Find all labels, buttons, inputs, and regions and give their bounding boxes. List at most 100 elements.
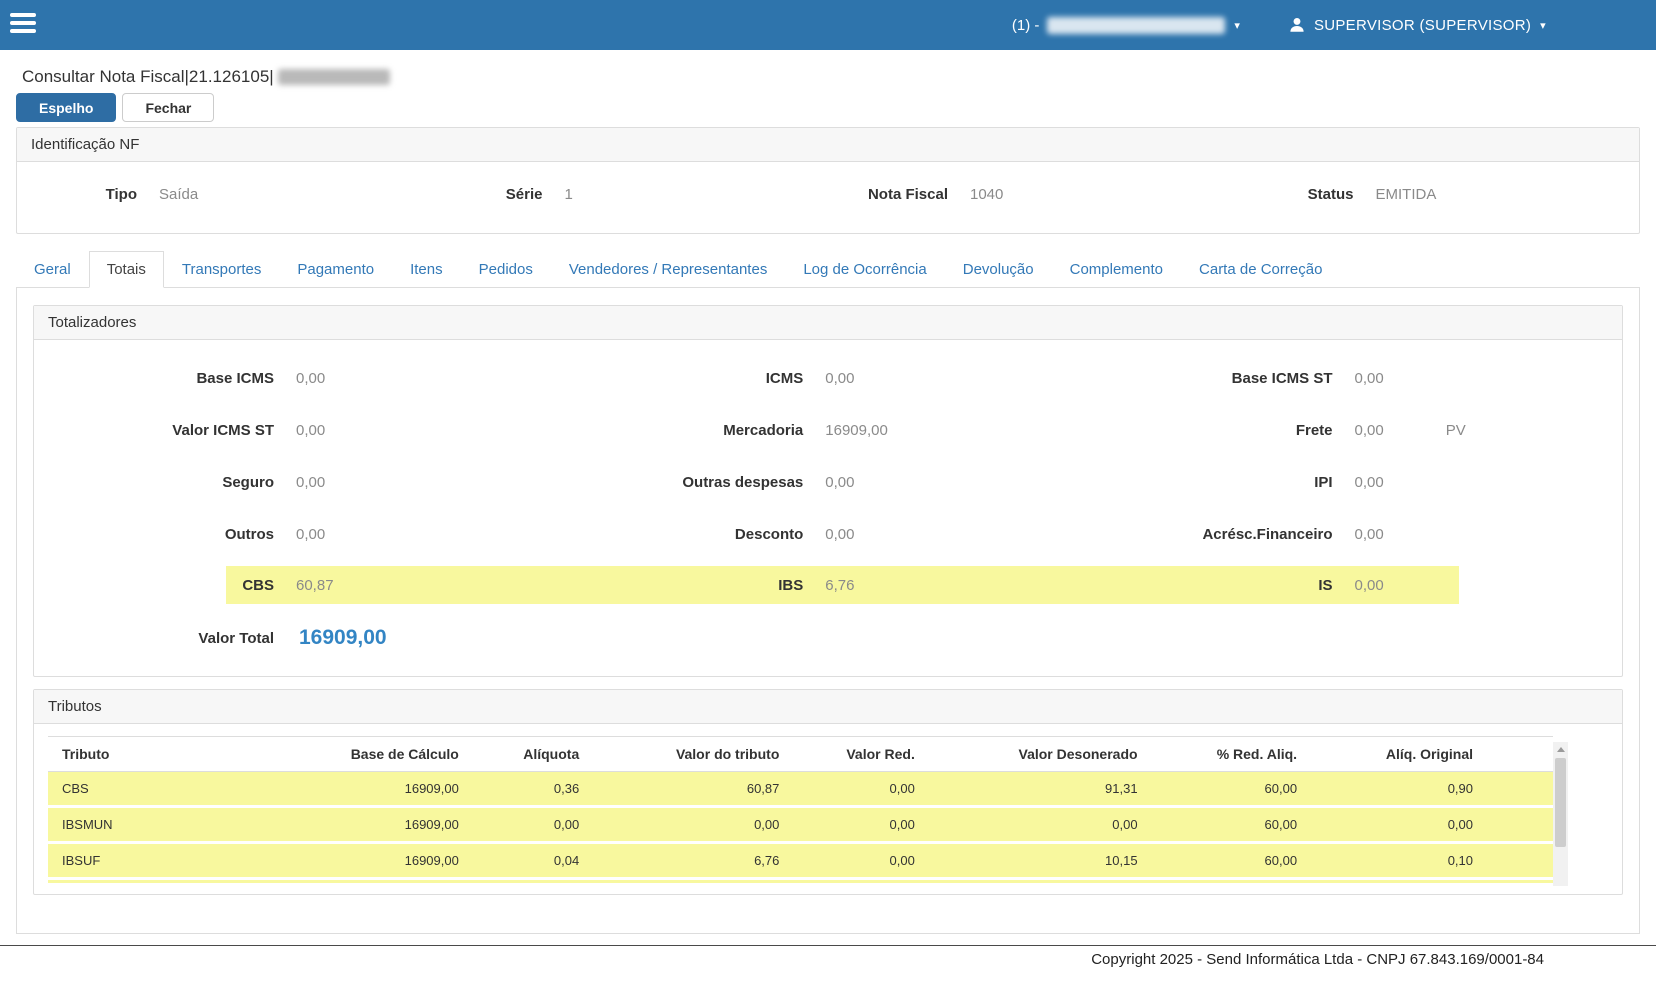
field-base-icms: Base ICMS 0,00: [34, 370, 563, 387]
field-label: Frete: [1093, 422, 1333, 439]
field-icms: ICMS 0,00: [563, 370, 1092, 387]
field-label: Outras despesas: [563, 474, 803, 491]
field-value: 0,00: [825, 526, 854, 543]
user-label: SUPERVISOR (SUPERVISOR): [1314, 17, 1531, 34]
field-label: CBS: [34, 577, 274, 594]
tab-transportes[interactable]: Transportes: [164, 251, 279, 288]
totalizadores-header: Totalizadores: [34, 306, 1622, 340]
table-row-cbs[interactable]: CBS 16909,00 0,36 60,87 0,00 91,31 60,00…: [48, 772, 1553, 807]
tab-pagamento[interactable]: Pagamento: [279, 251, 392, 288]
table-row-partial: [48, 879, 1553, 885]
espelho-button[interactable]: Espelho: [16, 93, 116, 122]
cell-valor-desonerado: 91,31: [915, 772, 1138, 807]
totalizadores-row: Base ICMS 0,00 ICMS 0,00 Base ICMS ST 0,…: [34, 352, 1622, 404]
field-label: Tipo: [17, 186, 137, 203]
field-label: Desconto: [563, 526, 803, 543]
cell-valor-do-tributo: 6,76: [579, 843, 779, 879]
copyright-text: Copyright 2025 - Send Informática Ltda -…: [1091, 951, 1544, 968]
cell-valor-desonerado: 10,15: [915, 843, 1138, 879]
tributos-header-row: Tributo Base de Cálculo Alíquota Valor d…: [48, 737, 1553, 772]
field-label: Base ICMS: [34, 370, 274, 387]
field-label: Mercadoria: [563, 422, 803, 439]
scroll-up-icon[interactable]: [1553, 742, 1568, 757]
field-label: Seguro: [34, 474, 274, 491]
totalizadores-row: Valor ICMS ST 0,00 Mercadoria 16909,00 F…: [34, 404, 1622, 456]
table-row-ibsuf[interactable]: IBSUF 16909,00 0,04 6,76 0,00 10,15 60,0…: [48, 843, 1553, 879]
cell-tributo: IBSUF: [48, 843, 304, 879]
field-value: 0,00: [1355, 526, 1384, 543]
scrollbar-thumb[interactable]: [1555, 758, 1566, 847]
tab-pedidos[interactable]: Pedidos: [461, 251, 551, 288]
cell-valor-red: 0,00: [779, 807, 914, 843]
tab-devolucao[interactable]: Devolução: [945, 251, 1052, 288]
user-menu[interactable]: SUPERVISOR (SUPERVISOR) ▾: [1288, 16, 1546, 34]
field-frete: Frete 0,00 PV: [1093, 422, 1622, 439]
totalizadores-panel: Totalizadores Base ICMS 0,00 ICMS 0,00 B…: [33, 305, 1623, 677]
field-value: 0,00: [1355, 422, 1384, 439]
field-acresc-financeiro: Acrésc.Financeiro 0,00: [1093, 526, 1622, 543]
table-scrollbar[interactable]: [1553, 742, 1568, 886]
field-value: 0,00: [825, 370, 854, 387]
identificacao-nf-panel: Identificação NF Tipo Saída Série 1 Nota…: [16, 127, 1640, 234]
field-valor-icms-st: Valor ICMS ST 0,00: [34, 422, 563, 439]
col-aliq-original: Alíq. Original: [1297, 737, 1553, 772]
field-label: Acrésc.Financeiro: [1093, 526, 1333, 543]
tab-vendedores-representantes[interactable]: Vendedores / Representantes: [551, 251, 785, 288]
hamburger-menu-icon[interactable]: [0, 0, 46, 50]
cell-perc-red-aliq: 60,00: [1138, 807, 1298, 843]
tab-log-de-ocorrencia[interactable]: Log de Ocorrência: [785, 251, 944, 288]
field-value: 0,00: [1355, 474, 1384, 491]
field-label: Outros: [34, 526, 274, 543]
cell-valor-red: 0,00: [779, 772, 914, 807]
field-ibs: IBS 6,76: [563, 577, 1092, 594]
field-value: 0,00: [1355, 370, 1384, 387]
identificacao-nf-header: Identificação NF: [17, 128, 1639, 162]
cell-aliquota: 0,00: [459, 807, 579, 843]
tributos-table: Tributo Base de Cálculo Alíquota Valor d…: [48, 736, 1553, 886]
tab-itens[interactable]: Itens: [392, 251, 461, 288]
cell-base-de-calculo: 16909,00: [304, 843, 459, 879]
cell-base-de-calculo: 16909,00: [304, 807, 459, 843]
valor-total-label: Valor Total: [34, 630, 274, 647]
frete-modalidade-value: PV: [1446, 422, 1466, 439]
valor-total-row: Valor Total 16909,00: [34, 610, 1622, 666]
cell-tributo: IBSMUN: [48, 807, 304, 843]
topbar: (1) - ▾ SUPERVISOR (SUPERVISOR) ▾: [0, 0, 1656, 50]
tab-content-totais: Totalizadores Base ICMS 0,00 ICMS 0,00 B…: [16, 288, 1640, 934]
user-icon: [1288, 16, 1306, 34]
field-value: 0,00: [296, 370, 325, 387]
col-aliquota: Alíquota: [459, 737, 579, 772]
cell-valor-red: 0,00: [779, 843, 914, 879]
col-valor-desonerado: Valor Desonerado: [915, 737, 1138, 772]
cell-aliq-original: 0,00: [1297, 807, 1553, 843]
cell-aliquota: 0,04: [459, 843, 579, 879]
totalizadores-row: Outros 0,00 Desconto 0,00 Acrésc.Finance…: [34, 508, 1622, 560]
tab-totais[interactable]: Totais: [89, 251, 164, 288]
title-row: Consultar Nota Fiscal|21.126105|: [0, 50, 1656, 90]
tab-carta-de-correcao[interactable]: Carta de Correção: [1181, 251, 1340, 288]
redacted-title-suffix: [278, 69, 390, 85]
footer: Copyright 2025 - Send Informática Ltda -…: [0, 945, 1656, 988]
col-valor-red: Valor Red.: [779, 737, 914, 772]
field-value: 1: [565, 186, 573, 203]
field-mercadoria: Mercadoria 16909,00: [563, 422, 1092, 439]
totalizadores-row: Seguro 0,00 Outras despesas 0,00 IPI 0,0…: [34, 456, 1622, 508]
field-value: 0,00: [1355, 577, 1384, 594]
field-label: Base ICMS ST: [1093, 370, 1333, 387]
company-selector[interactable]: (1) - ▾: [1012, 17, 1240, 34]
field-label: Status: [1234, 186, 1354, 203]
col-tributo: Tributo: [48, 737, 304, 772]
fechar-button[interactable]: Fechar: [122, 93, 214, 122]
table-row-ibsmun[interactable]: IBSMUN 16909,00 0,00 0,00 0,00 0,00 60,0…: [48, 807, 1553, 843]
field-value: 0,00: [296, 526, 325, 543]
field-base-icms-st: Base ICMS ST 0,00: [1093, 370, 1622, 387]
cell-aliq-original: 0,90: [1297, 772, 1553, 807]
tab-geral[interactable]: Geral: [16, 251, 89, 288]
tab-complemento[interactable]: Complemento: [1052, 251, 1181, 288]
field-outras-despesas: Outras despesas 0,00: [563, 474, 1092, 491]
field-value: Saída: [159, 186, 198, 203]
field-is: IS 0,00: [1093, 577, 1622, 594]
field-nota-fiscal: Nota Fiscal 1040: [828, 186, 1234, 203]
field-status: Status EMITIDA: [1234, 186, 1640, 203]
field-cbs: CBS 60,87: [34, 577, 563, 594]
